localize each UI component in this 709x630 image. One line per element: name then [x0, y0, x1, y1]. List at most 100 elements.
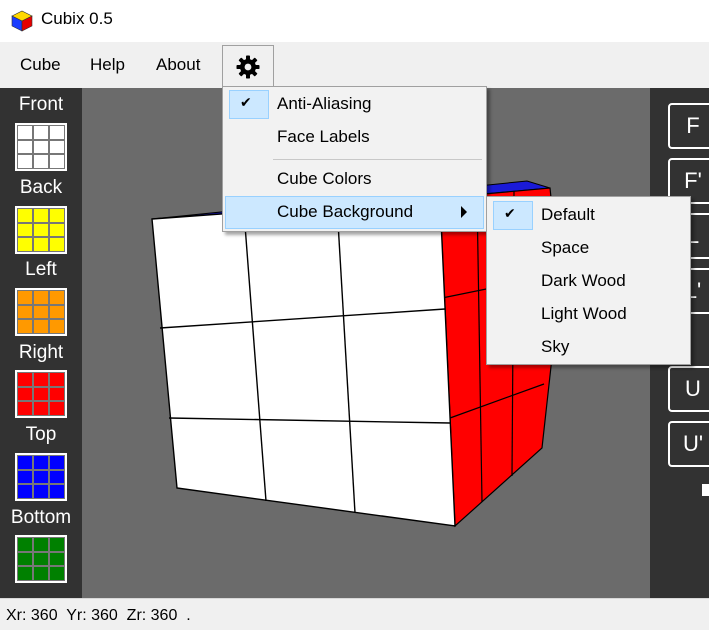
menu-item-cube-background[interactable]: Cube Background [225, 196, 484, 229]
swatch-cell [17, 551, 33, 567]
swatch-cell [17, 469, 33, 485]
bottom-color-swatch[interactable] [15, 535, 67, 583]
face-label-right: Right [18, 342, 64, 363]
swatch-cell [17, 455, 33, 470]
swatch-cell [33, 455, 49, 470]
swatch-cell [17, 125, 33, 140]
swatch-cell [49, 537, 65, 552]
submenu-item-sky[interactable]: Sky [489, 331, 688, 364]
swatch-cell [33, 154, 49, 169]
swatch-cell [33, 372, 49, 387]
submenu-item-dark-wood[interactable]: Dark Wood [489, 265, 688, 298]
menu-item-face-labels[interactable]: Face Labels [225, 121, 484, 154]
swatch-cell [49, 304, 65, 320]
right-color-swatch[interactable] [15, 370, 67, 418]
swatch-cell [33, 401, 49, 416]
swatch-cell [49, 566, 65, 581]
settings-dropdown-menu: ✔ Anti-Aliasing Face Labels Cube Colors … [222, 86, 487, 232]
sky-label: Sky [541, 337, 570, 356]
checkmark-icon: ✔ [504, 205, 516, 221]
swatch-cell [49, 154, 65, 169]
swatch-cell [49, 237, 65, 252]
swatch-cell [49, 222, 65, 238]
submenu-item-default[interactable]: ✔ Default [489, 199, 688, 232]
top-color-swatch[interactable] [15, 453, 67, 501]
swatch-cell [49, 386, 65, 402]
swatch-cell [33, 222, 49, 238]
swatch-cell [33, 139, 49, 155]
face-label-left: Left [25, 259, 57, 280]
swatch-cell [17, 154, 33, 169]
swatch-cell [49, 319, 65, 334]
swatch-cell [49, 484, 65, 499]
face-label-top: Top [25, 424, 57, 445]
swatch-cell [49, 290, 65, 305]
swatch-cell [49, 139, 65, 155]
swatch-cell [33, 290, 49, 305]
swatch-cell [17, 139, 33, 155]
light-wood-label: Light Wood [541, 304, 627, 323]
swatch-cell [17, 304, 33, 320]
swatch-cell [33, 537, 49, 552]
swatch-cell [49, 469, 65, 485]
swatch-cell [33, 484, 49, 499]
cube-background-label: Cube Background [277, 202, 414, 221]
settings-menu-button[interactable] [222, 45, 274, 88]
submenu-item-space[interactable]: Space [489, 232, 688, 265]
move-u-prime-button[interactable]: U' [668, 421, 709, 467]
dark-wood-label: Dark Wood [541, 271, 626, 290]
submenu-item-light-wood[interactable]: Light Wood [489, 298, 688, 331]
swatch-cell [17, 401, 33, 416]
cube-app-icon [11, 10, 33, 32]
anti-aliasing-check: ✔ [229, 90, 269, 119]
checkmark-icon: ✔ [240, 94, 252, 110]
swatch-cell [17, 290, 33, 305]
window-title: Cubix 0.5 [41, 9, 113, 28]
panel-scroll-marker [702, 484, 709, 496]
left-color-swatch[interactable] [15, 288, 67, 336]
menu-help[interactable]: Help [90, 55, 125, 75]
swatch-cell [49, 551, 65, 567]
swatch-cell [49, 208, 65, 223]
swatch-cell [17, 537, 33, 552]
swatch-cell [49, 455, 65, 470]
menu-cube[interactable]: Cube [20, 55, 61, 75]
swatch-cell [33, 319, 49, 334]
move-u-button[interactable]: U [668, 366, 709, 412]
default-check: ✔ [493, 201, 533, 230]
menu-item-cube-colors[interactable]: Cube Colors [225, 163, 484, 196]
swatch-cell [17, 372, 33, 387]
swatch-cell [17, 566, 33, 581]
title-bar: Cubix 0.5 [0, 0, 709, 42]
swatch-cell [17, 386, 33, 402]
swatch-cell [33, 469, 49, 485]
space-label: Space [541, 238, 590, 257]
swatch-cell [17, 319, 33, 334]
rotation-readout: Xr: 360 Yr: 360 Zr: 360 . [6, 607, 191, 624]
swatch-cell [17, 237, 33, 252]
face-label-back: Back [19, 177, 63, 198]
swatch-cell [33, 551, 49, 567]
swatch-cell [33, 237, 49, 252]
gear-icon [236, 55, 260, 79]
background-submenu: ✔ Default Space Dark Wood Light Wood Sky [486, 196, 691, 365]
submenu-arrow-icon [461, 206, 467, 218]
face-label-front: Front [18, 94, 64, 115]
face-label-bottom: Bottom [10, 507, 72, 528]
swatch-cell [17, 484, 33, 499]
swatch-cell [49, 372, 65, 387]
face-color-palette: Front Back Left Right Top Bottom [0, 88, 82, 598]
swatch-cell [33, 304, 49, 320]
swatch-cell [33, 566, 49, 581]
swatch-cell [17, 208, 33, 223]
menu-about[interactable]: About [156, 55, 200, 75]
front-color-swatch[interactable] [15, 123, 67, 171]
back-color-swatch[interactable] [15, 206, 67, 254]
swatch-cell [33, 386, 49, 402]
move-f-button[interactable]: F [668, 103, 709, 149]
anti-aliasing-label: Anti-Aliasing [277, 94, 372, 113]
menu-item-anti-aliasing[interactable]: ✔ Anti-Aliasing [225, 88, 484, 121]
cube-colors-label: Cube Colors [277, 169, 372, 188]
status-bar: Xr: 360 Yr: 360 Zr: 360 . [0, 598, 709, 630]
swatch-cell [49, 401, 65, 416]
